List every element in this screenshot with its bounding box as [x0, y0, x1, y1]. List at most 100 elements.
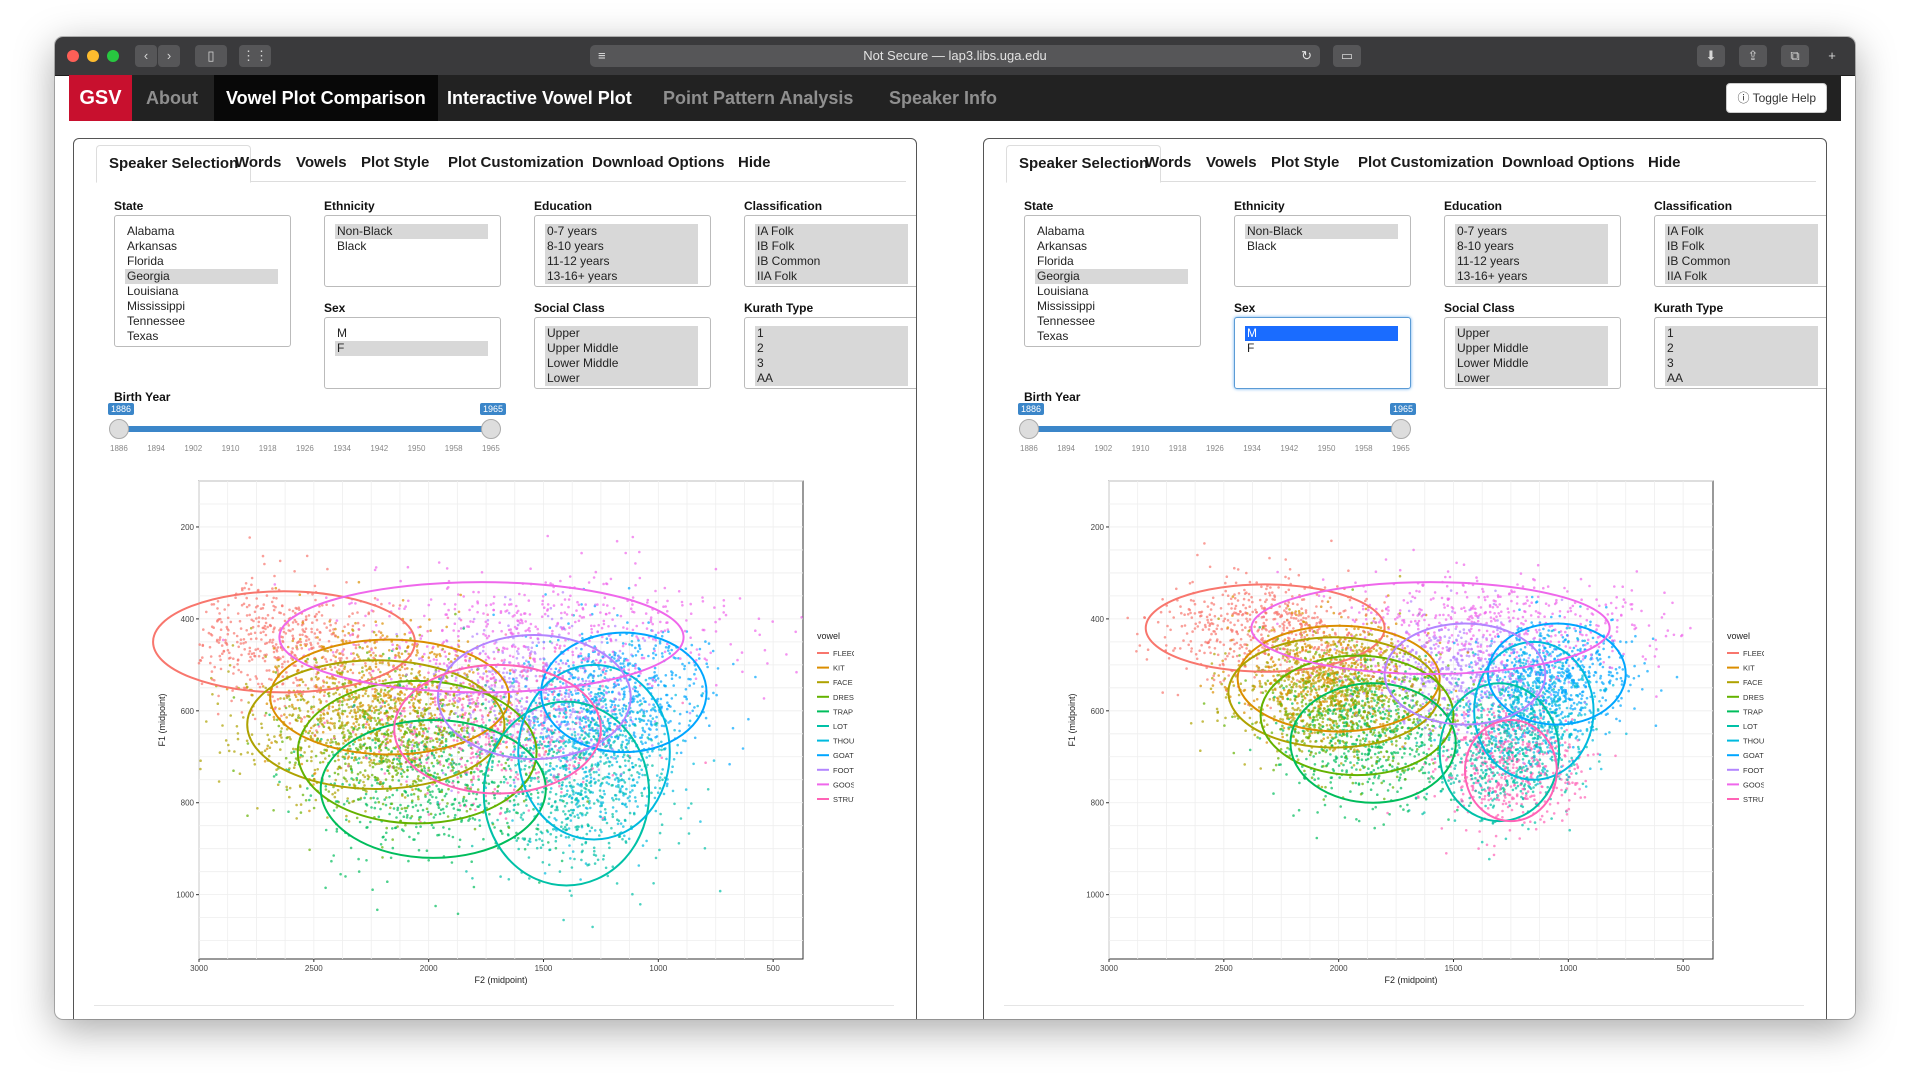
data-point-goose — [666, 609, 669, 613]
data-point-face — [412, 702, 415, 705]
education-option[interactable]: 11-12 years — [545, 254, 698, 269]
social-class-option[interactable]: Lower — [545, 371, 698, 386]
social-class-select[interactable]: Upper Upper Middle Lower Middle Lower — [534, 317, 711, 389]
reload-icon[interactable]: ↻ — [1301, 45, 1312, 67]
data-point-kit — [443, 727, 447, 730]
nav-speaker-info[interactable]: Speaker Info — [877, 75, 1009, 121]
grid-icon[interactable]: ⋮⋮ — [239, 45, 271, 67]
data-point-trap — [443, 832, 446, 836]
minimize-window-icon[interactable] — [87, 50, 99, 62]
data-point-goat — [624, 707, 628, 711]
data-point-lot — [535, 833, 538, 836]
data-point-goat — [545, 730, 549, 733]
tabs-overview-icon[interactable]: ⧉ — [1781, 45, 1809, 67]
brand-logo[interactable]: GSV — [69, 75, 132, 121]
birth-year-tick-label: 1926 — [296, 444, 314, 453]
social-class-option[interactable]: Lower Middle — [545, 356, 698, 371]
data-point-thought — [550, 748, 554, 751]
kurath-type-option[interactable]: AA — [755, 371, 908, 386]
tab-vowels[interactable]: Vowels — [284, 145, 359, 180]
classification-option[interactable]: IA Folk — [755, 224, 908, 239]
data-point-trap — [487, 802, 491, 805]
birth-year-slider-handle[interactable] — [109, 419, 129, 439]
state-option[interactable]: Georgia — [125, 269, 278, 284]
social-class-option[interactable]: Upper — [545, 326, 698, 341]
ethnicity-option[interactable]: Non-Black — [335, 224, 488, 239]
sidebar-icon[interactable]: ▯ — [195, 45, 227, 67]
data-point-lot — [481, 702, 485, 705]
back-icon[interactable]: ‹ — [135, 45, 157, 67]
new-tab-icon[interactable]: + — [1821, 45, 1843, 67]
data-point-goose — [441, 628, 444, 632]
sex-option[interactable]: M — [335, 326, 488, 341]
birth-year-slider-track[interactable] — [119, 426, 491, 432]
education-option[interactable]: 0-7 years — [545, 224, 698, 239]
zoom-window-icon[interactable] — [107, 50, 119, 62]
data-point-goose — [511, 655, 515, 659]
toggle-help-button[interactable]: ⓘ Toggle Help — [1726, 83, 1827, 113]
data-point-goat — [667, 630, 670, 633]
data-point-goat — [616, 614, 619, 617]
kurath-type-option[interactable]: 1 — [755, 326, 908, 341]
tab-words[interactable]: Words — [223, 145, 293, 180]
social-class-option[interactable]: Upper Middle — [545, 341, 698, 356]
classification-option[interactable]: IB Folk — [755, 239, 908, 254]
state-option[interactable]: Texas — [125, 329, 278, 344]
state-select[interactable]: Alabama Arkansas Florida Georgia Louisiana Mi… — [114, 215, 291, 347]
data-point-fleece — [260, 682, 264, 686]
data-point-dress — [465, 809, 469, 813]
state-option[interactable]: Tennessee — [125, 314, 278, 329]
state-option[interactable]: Louisiana — [125, 284, 278, 299]
sex-select[interactable]: MF — [324, 317, 501, 389]
close-window-icon[interactable] — [67, 50, 79, 62]
ethnicity-select[interactable]: Non-Black Black — [324, 215, 501, 287]
birth-year-tick-label: 1918 — [258, 444, 277, 453]
data-point-dress — [398, 757, 402, 760]
kurath-type-option[interactable]: 3 — [755, 356, 908, 371]
state-option[interactable]: Arkansas — [125, 239, 278, 254]
data-point-dress — [469, 771, 473, 774]
classification-select[interactable]: IA Folk IB Folk IB Common IIA Folk — [744, 215, 916, 287]
data-point-dress — [476, 668, 479, 671]
address-bar[interactable]: ≡ Not Secure — lap3.libs.uga.edu ↻ — [590, 45, 1320, 67]
data-point-thought — [575, 747, 578, 750]
share-icon[interactable]: ⇪ — [1739, 45, 1767, 67]
state-option[interactable]: Alabama — [125, 224, 278, 239]
picture-icon[interactable]: ▭ — [1333, 45, 1361, 67]
nav-about[interactable]: About — [134, 75, 210, 121]
reader-icon[interactable]: ≡ — [598, 45, 606, 67]
data-point-lot — [567, 809, 571, 813]
data-point-strut — [559, 666, 562, 670]
kurath-type-select[interactable]: 1 2 3 AA — [744, 317, 916, 389]
nav-vowel-plot-comparison[interactable]: Vowel Plot Comparison — [214, 75, 438, 121]
state-option[interactable]: Mississippi — [125, 299, 278, 314]
tab-plot-style[interactable]: Plot Style — [349, 145, 441, 180]
data-point-goat — [591, 659, 595, 663]
data-point-lot — [584, 813, 587, 817]
tab-plot-customization[interactable]: Plot Customization — [436, 145, 596, 180]
data-point-goose — [501, 649, 504, 653]
birth-year-slider-handle[interactable] — [481, 419, 501, 439]
education-option[interactable]: 13-16+ years — [545, 269, 698, 284]
kurath-type-option[interactable]: 2 — [755, 341, 908, 356]
nav-interactive-vowel-plot[interactable]: Interactive Vowel Plot — [435, 75, 644, 121]
education-option[interactable]: 8-10 years — [545, 239, 698, 254]
forward-icon[interactable]: › — [158, 45, 180, 67]
data-point-goat — [707, 642, 711, 645]
classification-option[interactable]: IIA Folk — [755, 269, 908, 284]
education-select[interactable]: 0-7 years 8-10 years 11-12 years 13-16+ yea… — [534, 215, 711, 287]
download-icon[interactable]: ⬇ — [1697, 45, 1725, 67]
ethnicity-option[interactable]: Black — [335, 239, 488, 254]
nav-point-pattern-analysis[interactable]: Point Pattern Analysis — [651, 75, 865, 121]
tab-download-options[interactable]: Download Options — [580, 145, 737, 180]
data-point-goose — [495, 646, 499, 650]
tab-hide[interactable]: Hide — [726, 145, 783, 180]
data-point-foot — [550, 617, 554, 621]
state-option[interactable]: Florida — [125, 254, 278, 269]
sex-option[interactable]: F — [335, 341, 488, 356]
classification-option[interactable]: IB Common — [755, 254, 908, 269]
data-point-goose — [638, 576, 642, 580]
data-point-fleece — [217, 694, 220, 698]
data-point-dress — [324, 788, 328, 791]
data-point-face — [358, 716, 362, 719]
